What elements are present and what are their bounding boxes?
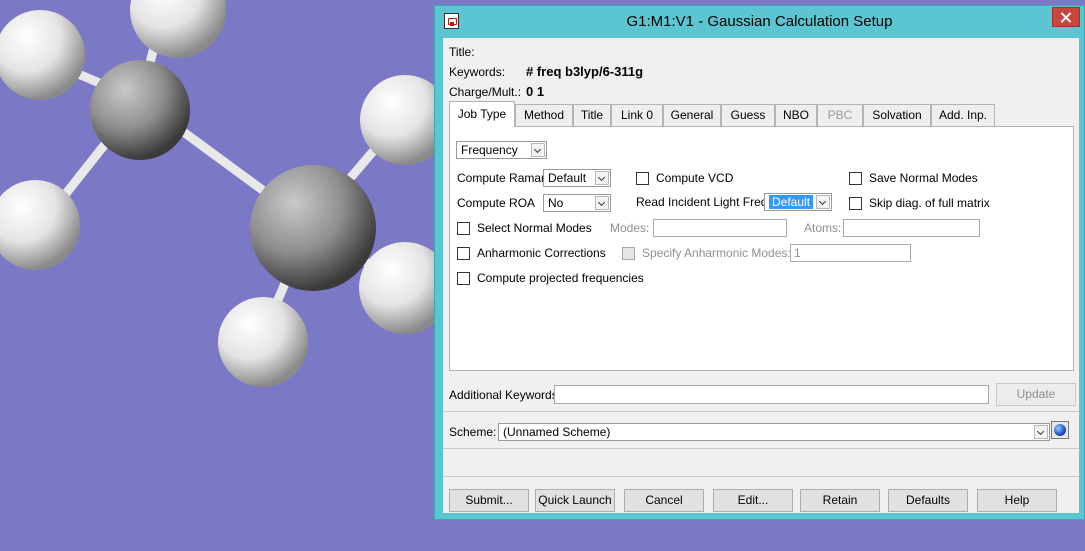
chevron-down-icon (531, 143, 545, 157)
help-button[interactable]: Help (977, 489, 1057, 512)
additional-keywords-label: Additional Keywords: (449, 388, 562, 402)
title-label: Title: (449, 45, 475, 59)
compute-raman-select[interactable]: Default (543, 169, 611, 187)
select-normal-modes-checkbox[interactable] (457, 222, 470, 235)
tab-method[interactable]: Method (515, 104, 573, 126)
window-title: G1:M1:V1 - Gaussian Calculation Setup (626, 13, 893, 30)
specify-anharmonic-checkbox (622, 247, 635, 260)
tab-link0[interactable]: Link 0 (611, 104, 663, 126)
separator (443, 476, 1079, 477)
modes-input[interactable] (653, 219, 787, 237)
calculation-setup-dialog: G1:M1:V1 - Gaussian Calculation Setup Ti… (434, 5, 1085, 520)
job-type-panel: Frequency Compute Raman Default Compute … (449, 126, 1074, 371)
atoms-label: Atoms: (804, 221, 842, 235)
save-normal-modes-label: Save Normal Modes (869, 171, 978, 185)
tab-add-inp[interactable]: Add. Inp. (931, 104, 995, 126)
tab-job-type[interactable]: Job Type (449, 101, 515, 127)
tab-title[interactable]: Title (573, 104, 611, 126)
quick-launch-button[interactable]: Quick Launch (535, 489, 615, 512)
compute-roa-label: Compute ROA (457, 196, 536, 210)
tab-guess[interactable]: Guess (721, 104, 775, 126)
additional-keywords-input[interactable] (554, 385, 989, 404)
keywords-value: # freq b3lyp/6-311g (526, 64, 644, 79)
title-bar[interactable]: G1:M1:V1 - Gaussian Calculation Setup (435, 6, 1084, 38)
chevron-down-icon (816, 195, 830, 209)
anharmonic-checkbox[interactable] (457, 247, 470, 260)
submit-button[interactable]: Submit... (449, 489, 529, 512)
scheme-label: Scheme: (449, 425, 497, 439)
defaults-button[interactable]: Defaults (888, 489, 968, 512)
anharmonic-label: Anharmonic Corrections (477, 246, 606, 260)
read-incident-label: Read Incident Light Freqs (636, 195, 774, 209)
compute-vcd-label: Compute VCD (656, 171, 734, 185)
charge-mult-label: Charge/Mult.: (449, 85, 522, 99)
modes-label: Modes: (610, 221, 650, 235)
separator (443, 411, 1079, 412)
hydrogen-atom (218, 297, 308, 387)
tab-general[interactable]: General (663, 104, 721, 126)
carbon-atom (90, 60, 190, 160)
specify-anharmonic-label: Specify Anharmonic Modes: (642, 246, 791, 260)
hydrogen-atom (0, 10, 85, 100)
chevron-down-icon (595, 196, 609, 210)
specify-anharmonic-input: 1 (790, 244, 911, 262)
compute-roa-select[interactable]: No (543, 194, 611, 212)
keywords-label: Keywords: (449, 65, 506, 79)
atoms-input[interactable] (843, 219, 980, 237)
globe-icon[interactable] (1051, 421, 1069, 439)
update-button: Update (996, 383, 1076, 406)
molecule-view[interactable] (0, 0, 434, 551)
cancel-button[interactable]: Cancel (624, 489, 704, 512)
skip-diag-checkbox[interactable] (849, 197, 862, 210)
dialog-body: Title: Keywords: # freq b3lyp/6-311g Cha… (443, 38, 1079, 513)
compute-raman-label: Compute Raman (457, 171, 548, 185)
close-button[interactable] (1052, 7, 1080, 27)
chevron-down-icon (1034, 425, 1048, 439)
tab-solvation[interactable]: Solvation (863, 104, 931, 126)
edit-button[interactable]: Edit... (713, 489, 793, 512)
read-incident-select[interactable]: Default (764, 193, 832, 211)
separator (443, 448, 1079, 449)
tab-pbc: PBC (817, 104, 863, 126)
select-normal-modes-label: Select Normal Modes (477, 221, 592, 235)
save-normal-modes-checkbox[interactable] (849, 172, 862, 185)
job-type-select[interactable]: Frequency (456, 141, 547, 159)
skip-diag-label: Skip diag. of full matrix (869, 196, 990, 210)
hydrogen-atom (359, 242, 434, 334)
projected-frequencies-label: Compute projected frequencies (477, 271, 644, 285)
carbon-atom (250, 165, 376, 291)
projected-frequencies-checkbox[interactable] (457, 272, 470, 285)
hydrogen-atom (130, 0, 226, 58)
compute-vcd-checkbox[interactable] (636, 172, 649, 185)
charge-mult-value: 0 1 (526, 84, 545, 99)
retain-button[interactable]: Retain (800, 489, 880, 512)
scheme-select[interactable]: (Unnamed Scheme) (498, 423, 1050, 441)
chevron-down-icon (595, 171, 609, 185)
tab-nbo[interactable]: NBO (775, 104, 817, 126)
